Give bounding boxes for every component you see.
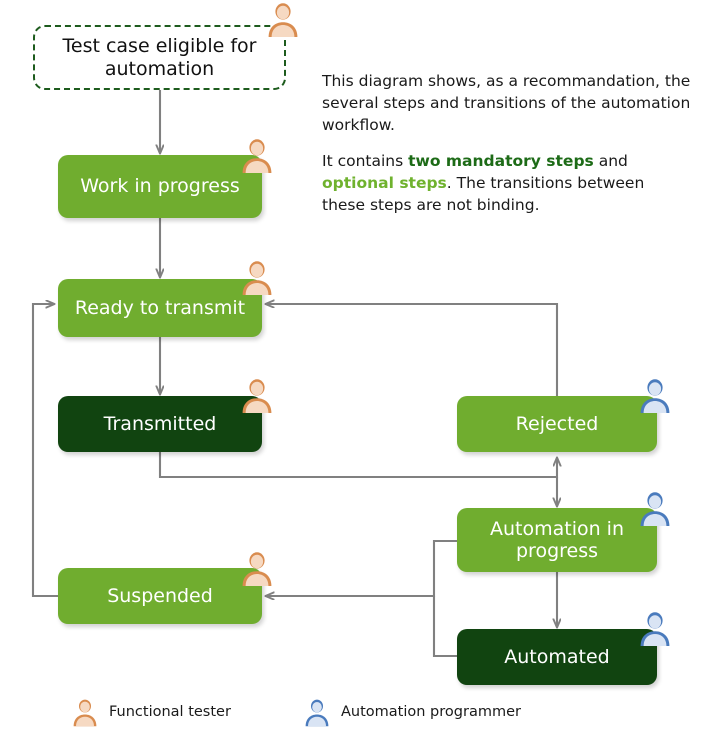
- edge-automation-to-suspended: [266, 539, 457, 596]
- node-start-label: Test case eligible for automation: [62, 35, 257, 80]
- node-automated[interactable]: Automated: [457, 629, 657, 685]
- node-start[interactable]: Test case eligible for automation: [33, 25, 286, 90]
- functional-tester-icon: [70, 697, 100, 727]
- description-optional-highlight: optional steps: [322, 174, 447, 192]
- node-ready-to-transmit[interactable]: Ready to transmit: [58, 279, 262, 337]
- node-automation-in-progress-label: Automation in progress: [489, 517, 625, 562]
- node-work-in-progress[interactable]: Work in progress: [58, 155, 262, 218]
- node-transmitted-label: Transmitted: [103, 412, 217, 435]
- description-paragraph-1: This diagram shows, as a recommandation,…: [322, 72, 691, 134]
- description-p2-lead: It contains: [322, 152, 409, 170]
- description-paragraph-2: It contains two mandatory steps and opti…: [322, 150, 692, 216]
- node-transmitted[interactable]: Transmitted: [58, 396, 262, 452]
- diagram-description: This diagram shows, as a recommandation,…: [322, 70, 692, 216]
- node-work-in-progress-label: Work in progress: [80, 175, 240, 198]
- workflow-diagram: Test case eligible for automation Work i…: [0, 0, 701, 750]
- legend-item-functional-tester: Functional tester: [70, 697, 231, 727]
- legend-item-automation-programmer: Automation programmer: [302, 697, 521, 727]
- node-automation-in-progress[interactable]: Automation in progress: [457, 508, 657, 572]
- edge-automated-to-suspended: [432, 596, 457, 658]
- description-mandatory-highlight: two mandatory steps: [408, 152, 594, 170]
- edge-rejected-to-ready: [266, 304, 559, 396]
- legend: Functional tester Automation programmer: [70, 697, 630, 737]
- legend-label-functional-tester: Functional tester: [109, 704, 231, 720]
- node-automated-label: Automated: [504, 645, 610, 668]
- node-rejected[interactable]: Rejected: [457, 396, 657, 452]
- node-suspended-label: Suspended: [107, 584, 213, 607]
- edge-transmitted-to-rejected: [158, 452, 557, 479]
- node-rejected-label: Rejected: [515, 412, 599, 435]
- legend-label-automation-programmer: Automation programmer: [341, 704, 521, 720]
- automation-programmer-icon: [302, 697, 332, 727]
- node-suspended[interactable]: Suspended: [58, 568, 262, 624]
- edge-suspended-to-ready: [31, 304, 58, 598]
- node-ready-to-transmit-label: Ready to transmit: [74, 296, 246, 319]
- description-p2-mid: and: [593, 152, 628, 170]
